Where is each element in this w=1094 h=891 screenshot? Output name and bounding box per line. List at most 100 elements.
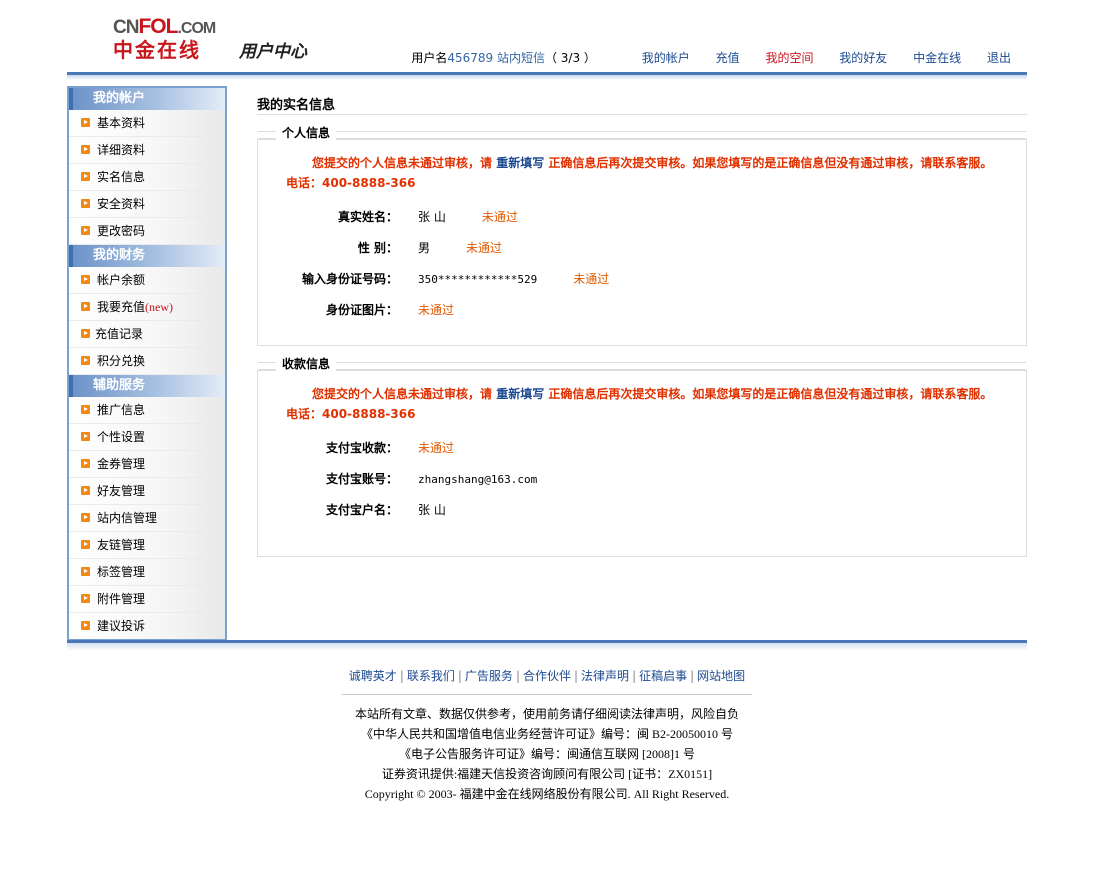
header-divider-shadow: [67, 75, 1027, 80]
field-gender: 性 别： 男 未通过: [258, 233, 1026, 264]
sms-count: （ 3/3 ）: [544, 51, 596, 65]
sidebar-item-label: 金券管理: [97, 457, 146, 471]
header: CNFOL.COM 中金在线 用户中心 用户名456789 站内短信（ 3/3 …: [67, 0, 1027, 80]
status-badge: 未通过: [418, 303, 455, 317]
notice-text: 您提交的个人信息未通过审核，请: [312, 156, 493, 170]
sidebar-item-friends[interactable]: 好友管理: [69, 478, 225, 505]
sidebar-item-recharge[interactable]: 我要充值(new): [69, 294, 225, 321]
footer-rule: [342, 694, 752, 695]
nav-logout[interactable]: 退出: [987, 49, 1011, 66]
sidebar-item-friend-links[interactable]: 友链管理: [69, 532, 225, 559]
main-content: 我的实名信息 个人信息 您提交的个人信息未通过审核，请 重新填写 正确信息后再次…: [257, 94, 1027, 557]
footer-copyright: 本站所有文章、数据仅供参考，使用前务请仔细阅读法律声明，风险自负 《中华人民共和…: [0, 704, 1094, 804]
logo-chinese: 中金在线: [113, 38, 201, 62]
field-label: 支付宝户名：: [325, 503, 398, 517]
sidebar-item-label: 更改密码: [97, 224, 146, 238]
sidebar-item-label: 充值记录: [95, 327, 144, 341]
footer-link-partners[interactable]: 合作伙伴: [523, 669, 571, 683]
username-label: 用户名: [411, 51, 448, 65]
site-logo[interactable]: CNFOL.COM 中金在线: [113, 15, 216, 62]
sidebar-item-points-exchange[interactable]: 积分兑换: [69, 348, 225, 375]
refill-link[interactable]: 重新填写: [496, 156, 544, 170]
field-alipay-receive: 支付宝收款： 未通过: [258, 433, 1026, 464]
field-label: 真实姓名：: [337, 210, 398, 224]
nav-recharge[interactable]: 充值: [716, 49, 740, 66]
nav-cnfol-home[interactable]: 中金在线: [913, 49, 961, 66]
value-text: 张 山: [418, 210, 446, 224]
top-nav: 用户名456789 站内短信（ 3/3 ） 我的帐户 充值 我的空间 我的好友 …: [411, 49, 1011, 66]
status-badge: 未通过: [466, 241, 503, 255]
sidebar-item-feedback[interactable]: 建议投诉: [69, 613, 225, 639]
field-label: 身份证图片：: [325, 303, 398, 317]
sidebar-item-label: 友链管理: [97, 538, 146, 552]
field-real-name: 真实姓名： 张 山 未通过: [258, 202, 1026, 233]
notice-text: 您提交的个人信息未通过审核，请: [312, 387, 493, 401]
user-center-title: 用户中心: [239, 42, 307, 62]
sidebar-item-recharge-history[interactable]: 充值记录: [69, 321, 225, 348]
sidebar-item-label: 安全资料: [97, 197, 146, 211]
field-value: 未通过: [418, 433, 454, 464]
arrow-bullet-icon: [81, 275, 90, 284]
refill-link[interactable]: 重新填写: [496, 387, 544, 401]
sidebar-item-security[interactable]: 安全资料: [69, 191, 225, 218]
sidebar-item-balance[interactable]: 帐户余额: [69, 267, 225, 294]
footer-link-careers[interactable]: 诚聘英才: [349, 669, 397, 683]
footer-link-ads[interactable]: 广告服务: [465, 669, 513, 683]
sidebar-item-detailed-info[interactable]: 详细资料: [69, 137, 225, 164]
field-value: 男 未通过: [418, 233, 502, 264]
separator: |: [399, 669, 404, 683]
review-notice: 您提交的个人信息未通过审核，请 重新填写 正确信息后再次提交审核。如果您填写的是…: [258, 371, 1026, 424]
sidebar-item-basic-info[interactable]: 基本资料: [69, 110, 225, 137]
field-value: 张 山 未通过: [418, 202, 518, 233]
sidebar-item-promotion[interactable]: 推广信息: [69, 397, 225, 424]
field-label: 性 别：: [357, 241, 398, 255]
footer-link-legal[interactable]: 法律声明: [581, 669, 629, 683]
field-id-image: 身份证图片： 未通过: [258, 295, 1026, 326]
footer-link-submissions[interactable]: 征稿启事: [639, 669, 687, 683]
field-value: 未通过: [418, 295, 454, 326]
arrow-bullet-icon: [81, 226, 90, 235]
sidebar-item-label: 推广信息: [97, 403, 146, 417]
sidebar-item-attachments[interactable]: 附件管理: [69, 586, 225, 613]
footer-links: 诚聘英才 | 联系我们 | 广告服务 | 合作伙伴 | 法律声明 | 征稿启事 | 网站地图: [0, 667, 1094, 684]
arrow-bullet-icon: [81, 621, 90, 630]
field-label: 输入身份证号码：: [301, 272, 398, 286]
sidebar-item-label: 建议投诉: [97, 619, 146, 633]
sidebar-item-personalize[interactable]: 个性设置: [69, 424, 225, 451]
footer-link-sitemap[interactable]: 网站地图: [697, 669, 745, 683]
sidebar-item-label: 基本资料: [97, 116, 146, 130]
panel-header: 收款信息: [258, 355, 1026, 372]
value-text: 男: [418, 241, 431, 255]
review-notice: 您提交的个人信息未通过审核，请 重新填写 正确信息后再次提交审核。如果您填写的是…: [258, 140, 1026, 193]
arrow-bullet-icon: [81, 118, 90, 127]
logo-wordmark: CNFOL.COM: [113, 15, 216, 38]
footer-link-contact[interactable]: 联系我们: [407, 669, 455, 683]
status-badge: 未通过: [481, 210, 518, 224]
arrow-bullet-icon: [81, 594, 90, 603]
sidebar-item-change-password[interactable]: 更改密码: [69, 218, 225, 245]
nav-my-account[interactable]: 我的帐户: [642, 49, 690, 66]
panel-header: 个人信息: [258, 124, 1026, 141]
sidebar-item-messages[interactable]: 站内信管理: [69, 505, 225, 532]
sidebar-item-label: 帐户余额: [97, 273, 146, 287]
arrow-bullet-icon: [81, 540, 90, 549]
sms-link[interactable]: 站内短信（ 3/3 ）: [497, 49, 596, 66]
field-value: zhangshang@163.com: [418, 473, 538, 486]
sidebar-item-label: 个性设置: [97, 430, 146, 444]
sidebar-item-tags[interactable]: 标签管理: [69, 559, 225, 586]
field-label: 支付宝收款：: [325, 441, 398, 455]
sidebar-item-real-name[interactable]: 实名信息: [69, 164, 225, 191]
sidebar-item-coupons[interactable]: 金券管理: [69, 451, 225, 478]
sidebar-item-label: 详细资料: [97, 143, 146, 157]
nav-my-space[interactable]: 我的空间: [765, 49, 813, 66]
field-id-number: 输入身份证号码： 350************529 未通过: [258, 264, 1026, 295]
personal-info-panel: 个人信息 您提交的个人信息未通过审核，请 重新填写 正确信息后再次提交审核。如果…: [257, 124, 1027, 346]
field-alipay-name: 支付宝户名： 张 山: [258, 495, 1026, 526]
arrow-bullet-icon: [81, 432, 90, 441]
arrow-bullet-icon: [81, 172, 90, 181]
nav-my-friends[interactable]: 我的好友: [839, 49, 887, 66]
arrow-bullet-icon: [81, 459, 90, 468]
field-value: 张 山: [418, 503, 446, 517]
field-label: 支付宝账号：: [325, 472, 398, 486]
footer-line: 证券资讯提供:福建天信投资咨询顾问有限公司 [证书：ZX0151]: [381, 767, 713, 781]
